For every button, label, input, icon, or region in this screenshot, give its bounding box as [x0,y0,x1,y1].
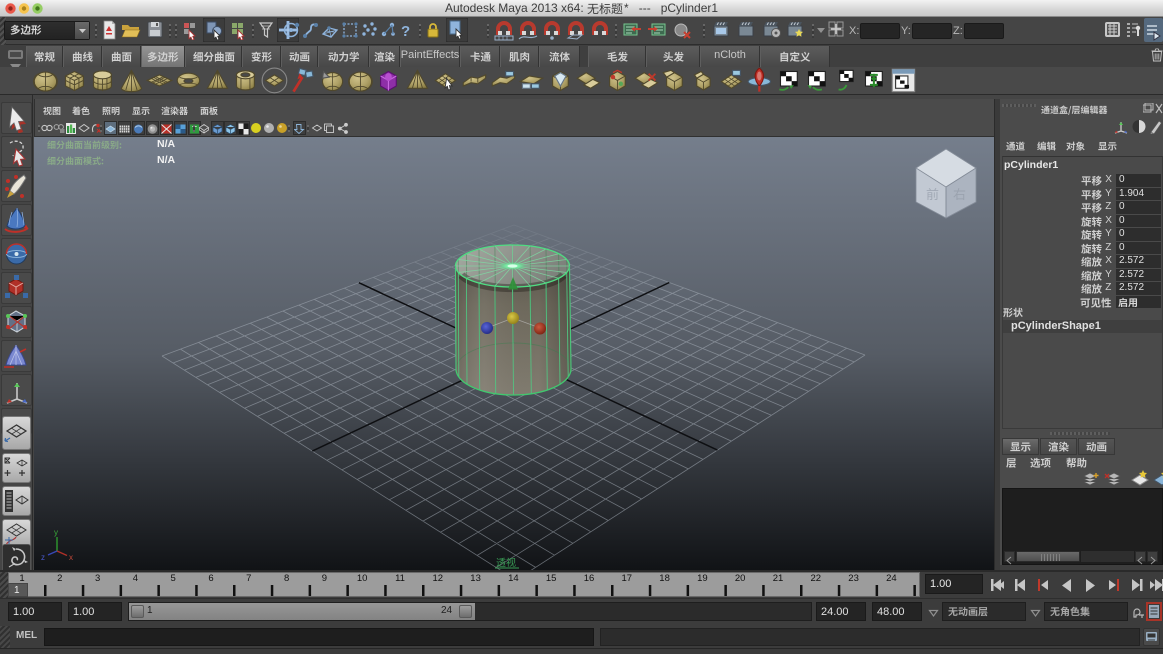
svg-text:z: z [41,553,45,562]
svg-text:y: y [54,528,58,537]
svg-text:?: ? [401,23,410,40]
svg-text:x: x [69,553,73,562]
